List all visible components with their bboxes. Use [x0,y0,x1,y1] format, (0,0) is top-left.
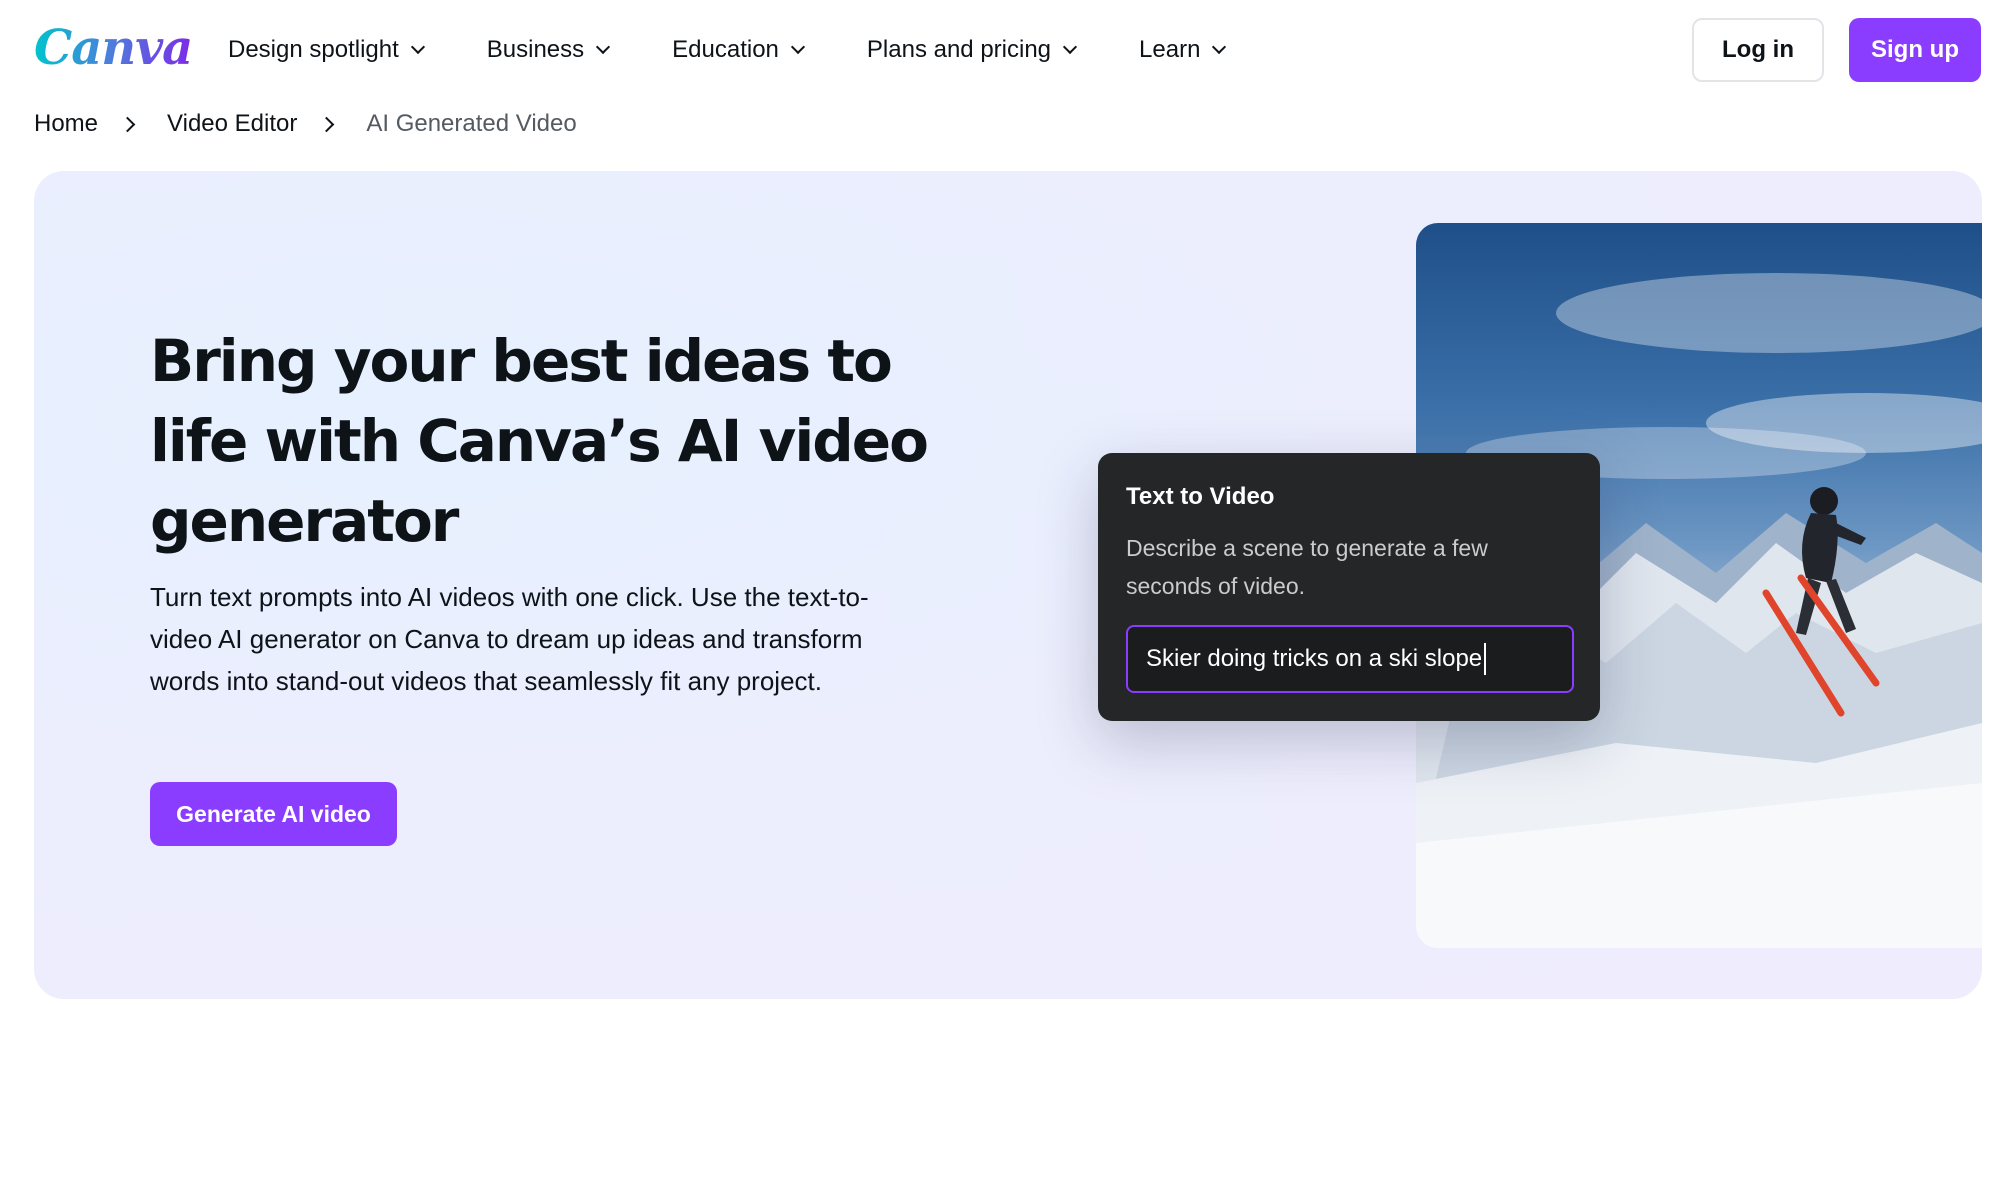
chevron-down-icon [596,39,611,55]
breadcrumb-home[interactable]: Home [34,110,98,138]
nav-plans-and-pricing[interactable]: Plans and pricing [866,32,1078,68]
generate-ai-video-button[interactable]: Generate AI video [150,782,397,846]
nav-business[interactable]: Business [486,32,611,68]
hero-section: Bring your best ideas to life with Canva… [34,171,1982,999]
nav-label: Business [486,36,585,63]
text-to-video-description: Describe a scene to generate a few secon… [1126,535,1488,599]
breadcrumb-video-editor[interactable]: Video Editor [167,110,297,138]
hero-description: Turn text prompts into AI videos with on… [150,582,869,696]
breadcrumb: Home Video Editor AI Generated Video [34,110,577,138]
text-to-video-title: Text to Video [1126,483,1275,510]
breadcrumb-current: AI Generated Video [366,110,577,137]
nav-learn[interactable]: Learn [1139,32,1227,68]
chevron-down-icon [1212,39,1227,55]
nav-label: Plans and pricing [866,36,1052,63]
login-button[interactable]: Log in [1692,18,1824,82]
text-caret [1484,643,1487,675]
nav-label: Learn [1139,36,1201,63]
prompt-input-value: Skier doing tricks on a ski slope [1146,645,1483,672]
chevron-right-icon [119,116,136,132]
hero-title: Bring your best ideas to life with Canva… [150,327,929,555]
chevron-right-icon [319,116,335,132]
nav-label: Design spotlight [228,36,399,63]
main-nav: Design spotlight Business Education Plan… [228,32,1288,68]
text-to-video-card: Text to Video Describe a scene to genera… [1098,453,1600,721]
prompt-input[interactable]: Skier doing tricks on a ski slope [1126,625,1574,693]
nav-design-spotlight[interactable]: Design spotlight [228,32,425,68]
nav-label: Education [672,36,779,63]
nav-education[interactable]: Education [672,32,805,68]
canva-logo[interactable]: Canva [34,20,193,76]
signup-button[interactable]: Sign up [1849,18,1981,82]
site-header: Canva Design spotlight Business Educatio… [0,0,1999,100]
chevron-down-icon [790,39,805,55]
chevron-down-icon [1062,39,1078,55]
chevron-down-icon [410,39,425,55]
